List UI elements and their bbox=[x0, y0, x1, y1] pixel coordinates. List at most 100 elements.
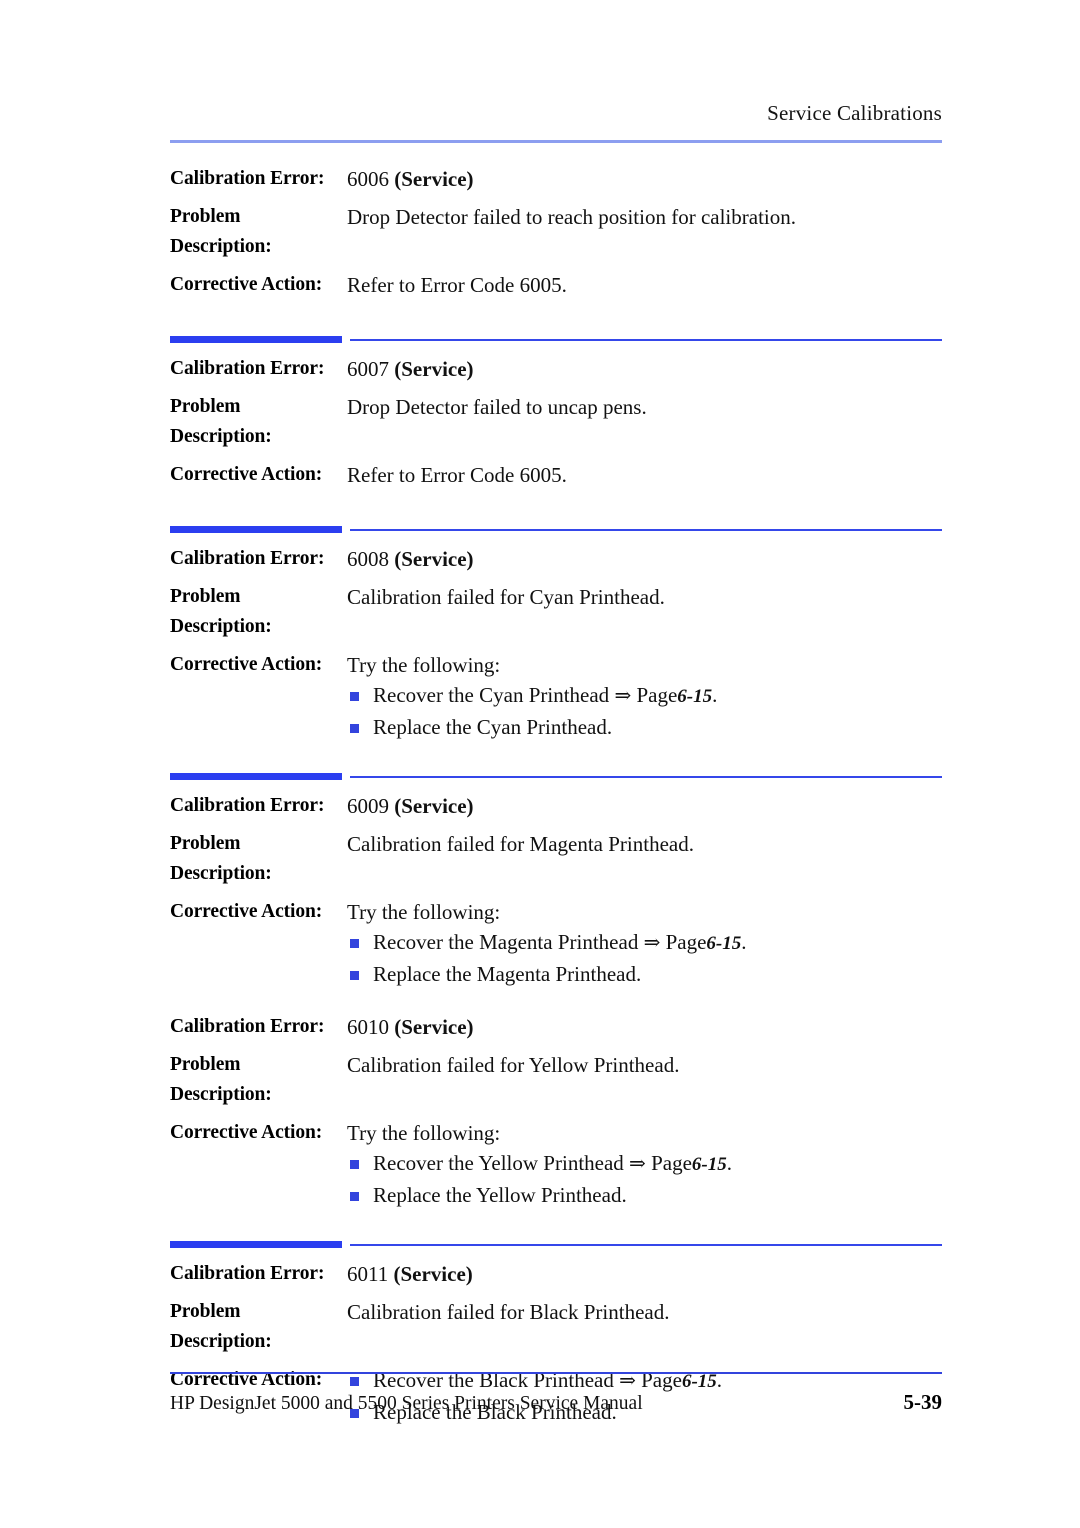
error-entry-6009: Calibration Error: 6009 (Service) Proble… bbox=[170, 791, 942, 1012]
list-item: Replace the Yellow Printhead. bbox=[347, 1180, 942, 1211]
entry-divider bbox=[170, 526, 942, 533]
page-reference: 6-15 bbox=[677, 686, 713, 707]
problem-label-line1: Problem bbox=[170, 1301, 241, 1322]
page-footer: HP DesignJet 5000 and 5500 Series Printe… bbox=[170, 1372, 942, 1415]
double-arrow-icon: ⇒ bbox=[643, 932, 661, 954]
corrective-action-value: Try the following: Recover the Yellow Pr… bbox=[347, 1118, 942, 1211]
error-service-tag: (Service) bbox=[394, 1015, 474, 1039]
corrective-action-label: Corrective Action: bbox=[170, 1122, 323, 1143]
entry-divider bbox=[170, 773, 942, 780]
corrective-action-label: Corrective Action: bbox=[170, 901, 323, 922]
problem-description-row: Problem Description: Calibration failed … bbox=[170, 829, 942, 889]
error-code: 6010 bbox=[347, 1015, 389, 1039]
corrective-action-intro: Try the following: bbox=[347, 900, 501, 924]
bullet-text: Replace the Cyan Printhead. bbox=[373, 715, 613, 739]
corrective-action-label: Corrective Action: bbox=[170, 654, 323, 675]
corrective-action-row: Corrective Action: Refer to Error Code 6… bbox=[170, 460, 942, 490]
problem-description-row: Problem Description: Calibration failed … bbox=[170, 582, 942, 642]
bullet-suffix: . bbox=[726, 1151, 732, 1175]
calibration-error-row: Calibration Error: 6008 (Service) bbox=[170, 544, 942, 574]
problem-description-row: Problem Description: Drop Detector faile… bbox=[170, 392, 942, 452]
list-item: Recover the Yellow Printhead ⇒ Page6-15. bbox=[347, 1148, 942, 1180]
corrective-action-bullets: Recover the Cyan Printhead ⇒ Page6-15. R… bbox=[347, 680, 942, 743]
calibration-error-label: Calibration Error: bbox=[170, 548, 325, 569]
problem-description-row: Problem Description: Drop Detector faile… bbox=[170, 202, 942, 262]
calibration-error-value: 6008 (Service) bbox=[347, 544, 942, 574]
divider-thin-rule bbox=[350, 1244, 942, 1246]
calibration-error-value: 6011 (Service) bbox=[347, 1259, 942, 1289]
corrective-action-value: Try the following: Recover the Cyan Prin… bbox=[347, 650, 942, 743]
error-entry-6007: Calibration Error: 6007 (Service) Proble… bbox=[170, 354, 942, 526]
calibration-error-label: Calibration Error: bbox=[170, 1016, 325, 1037]
error-entry-6010: Calibration Error: 6010 (Service) Proble… bbox=[170, 1012, 942, 1241]
square-bullet-icon bbox=[350, 724, 359, 733]
calibration-error-row: Calibration Error: 6009 (Service) bbox=[170, 791, 942, 821]
running-header: Service Calibrations bbox=[170, 100, 942, 143]
problem-label-line1: Problem bbox=[170, 396, 241, 417]
corrective-action-intro: Try the following: bbox=[347, 1121, 501, 1145]
problem-description-label: Problem Description: bbox=[170, 582, 347, 642]
calibration-error-label: Calibration Error: bbox=[170, 168, 325, 189]
footer-row: HP DesignJet 5000 and 5500 Series Printe… bbox=[170, 1390, 942, 1415]
divider-thick-bar bbox=[170, 336, 342, 343]
bullet-text: Replace the Yellow Printhead. bbox=[373, 1183, 627, 1207]
page-number: 5-39 bbox=[903, 1390, 943, 1414]
problem-description-value: Drop Detector failed to uncap pens. bbox=[347, 395, 647, 419]
error-code: 6008 bbox=[347, 547, 389, 571]
error-entry-6006: Calibration Error: 6006 (Service) Proble… bbox=[170, 164, 942, 336]
error-service-tag: (Service) bbox=[394, 167, 474, 191]
entry-divider bbox=[170, 1241, 942, 1248]
page-word: Page bbox=[636, 683, 678, 707]
calibration-error-value: 6007 (Service) bbox=[347, 354, 942, 384]
corrective-action-value: Refer to Error Code 6005. bbox=[347, 463, 567, 487]
bullet-suffix: . bbox=[712, 683, 718, 707]
square-bullet-icon bbox=[350, 692, 359, 701]
page-word: Page bbox=[651, 1151, 692, 1175]
problem-label-line1: Problem bbox=[170, 1054, 241, 1075]
problem-description-value: Drop Detector failed to reach position f… bbox=[347, 205, 796, 229]
calibration-error-row: Calibration Error: 6007 (Service) bbox=[170, 354, 942, 384]
bullet-text: Recover the Yellow Printhead bbox=[373, 1151, 624, 1175]
calibration-error-value: 6009 (Service) bbox=[347, 791, 942, 821]
page-header-title: Service Calibrations bbox=[767, 101, 942, 125]
problem-description-label: Problem Description: bbox=[170, 1050, 347, 1110]
list-item: Replace the Magenta Printhead. bbox=[347, 959, 942, 990]
square-bullet-icon bbox=[350, 1192, 359, 1201]
list-item: Recover the Cyan Printhead ⇒ Page6-15. bbox=[347, 680, 942, 712]
error-service-tag: (Service) bbox=[393, 1262, 473, 1286]
entry-divider bbox=[170, 336, 942, 343]
calibration-error-value: 6006 (Service) bbox=[347, 164, 942, 194]
problem-description-label: Problem Description: bbox=[170, 1297, 347, 1357]
divider-thin-rule bbox=[350, 339, 942, 341]
header-rule bbox=[170, 140, 942, 143]
square-bullet-icon bbox=[350, 971, 359, 980]
bullet-text: Recover the Cyan Printhead bbox=[373, 683, 610, 707]
double-arrow-icon: ⇒ bbox=[614, 685, 632, 707]
problem-description-label: Problem Description: bbox=[170, 392, 347, 452]
problem-label-line1: Problem bbox=[170, 206, 241, 227]
problem-description-value: Calibration failed for Black Printhead. bbox=[347, 1300, 670, 1324]
page-reference: 6-15 bbox=[706, 933, 742, 954]
error-code: 6007 bbox=[347, 357, 389, 381]
problem-label-line2: Description: bbox=[170, 236, 272, 257]
problem-description-label: Problem Description: bbox=[170, 829, 347, 889]
manual-title: HP DesignJet 5000 and 5500 Series Printe… bbox=[170, 1393, 643, 1414]
square-bullet-icon bbox=[350, 1160, 359, 1169]
bullet-suffix: . bbox=[741, 930, 747, 954]
problem-label-line2: Description: bbox=[170, 1084, 272, 1105]
problem-label-line1: Problem bbox=[170, 833, 241, 854]
error-code-list: Calibration Error: 6006 (Service) Proble… bbox=[170, 164, 942, 1428]
corrective-action-intro: Try the following: bbox=[347, 653, 501, 677]
problem-label-line1: Problem bbox=[170, 586, 241, 607]
error-code: 6011 bbox=[347, 1262, 389, 1286]
page-reference: 6-15 bbox=[691, 1154, 727, 1175]
error-service-tag: (Service) bbox=[394, 357, 474, 381]
corrective-action-row: Corrective Action: Refer to Error Code 6… bbox=[170, 270, 942, 300]
document-page: Service Calibrations Calibration Error: … bbox=[0, 0, 1080, 1528]
corrective-action-value: Try the following: Recover the Magenta P… bbox=[347, 897, 942, 990]
divider-thin-rule bbox=[350, 776, 942, 778]
corrective-action-value: Refer to Error Code 6005. bbox=[347, 273, 567, 297]
corrective-action-label: Corrective Action: bbox=[170, 464, 323, 485]
problem-label-line2: Description: bbox=[170, 1331, 272, 1352]
calibration-error-label: Calibration Error: bbox=[170, 1263, 325, 1284]
